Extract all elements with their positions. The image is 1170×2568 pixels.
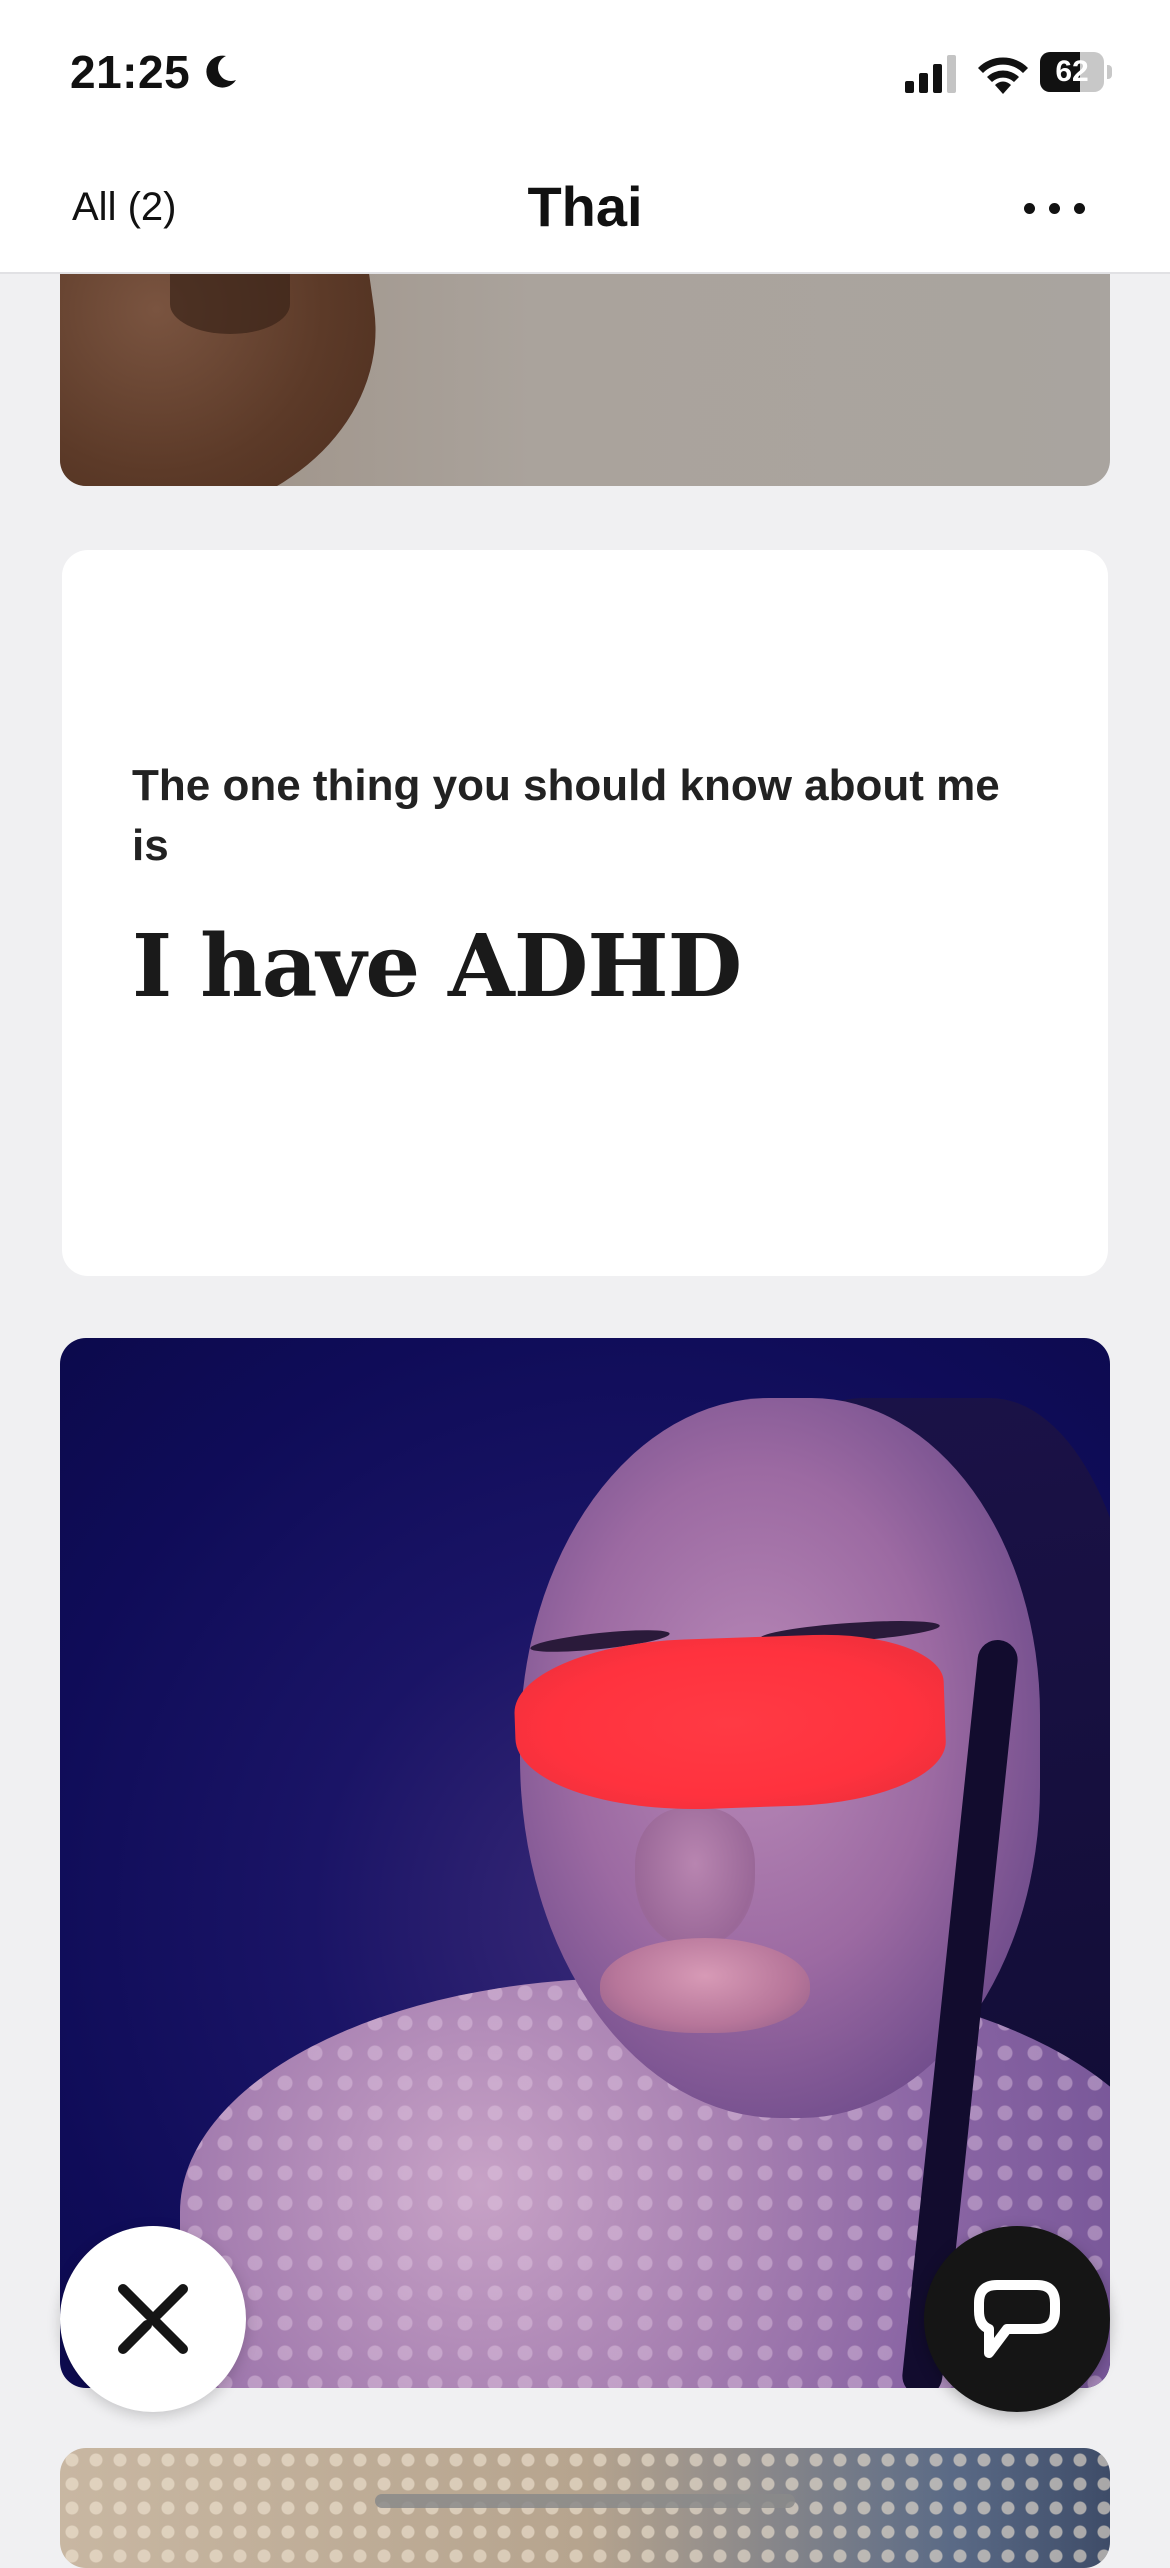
skip-button[interactable] xyxy=(60,2226,246,2412)
close-x-icon xyxy=(118,2284,188,2354)
more-options-button[interactable] xyxy=(1020,180,1090,236)
wifi-icon xyxy=(978,57,1028,94)
profile-photo-2[interactable] xyxy=(60,1338,1110,2388)
moon-icon xyxy=(206,55,236,88)
battery-level: 62 xyxy=(1055,55,1089,88)
photo-texture xyxy=(60,2448,1110,2568)
battery-cap xyxy=(1107,65,1112,79)
prompt-answer: I have ADHD xyxy=(132,916,742,1017)
profile-photo-3[interactable] xyxy=(60,2448,1110,2568)
profile-photo-1[interactable] xyxy=(60,274,1110,486)
battery-indicator: 62 xyxy=(1040,52,1112,92)
battery-body: 62 xyxy=(1040,52,1104,92)
eye-redaction-mark xyxy=(512,1630,948,1816)
ellipsis-dot xyxy=(1074,203,1085,214)
cellular-signal-icon xyxy=(905,55,956,93)
ellipsis-icon xyxy=(1024,203,1035,214)
all-profiles-link[interactable]: All (2) xyxy=(72,180,176,234)
status-time: 21:25 xyxy=(70,46,191,98)
photo-lips xyxy=(600,1938,810,2033)
photo-shadow xyxy=(170,274,290,334)
status-bar: 21:25 62 xyxy=(0,0,1170,150)
chat-bubble-icon xyxy=(974,2280,1060,2358)
home-indicator[interactable] xyxy=(375,2494,795,2508)
nav-header: Thai All (2) xyxy=(0,150,1170,274)
chat-button[interactable] xyxy=(924,2226,1110,2412)
prompt-card[interactable]: The one thing you should know about me i… xyxy=(62,550,1108,1276)
photo-nose xyxy=(635,1808,755,1948)
ellipsis-dot xyxy=(1049,203,1060,214)
prompt-question: The one thing you should know about me i… xyxy=(132,761,1000,870)
